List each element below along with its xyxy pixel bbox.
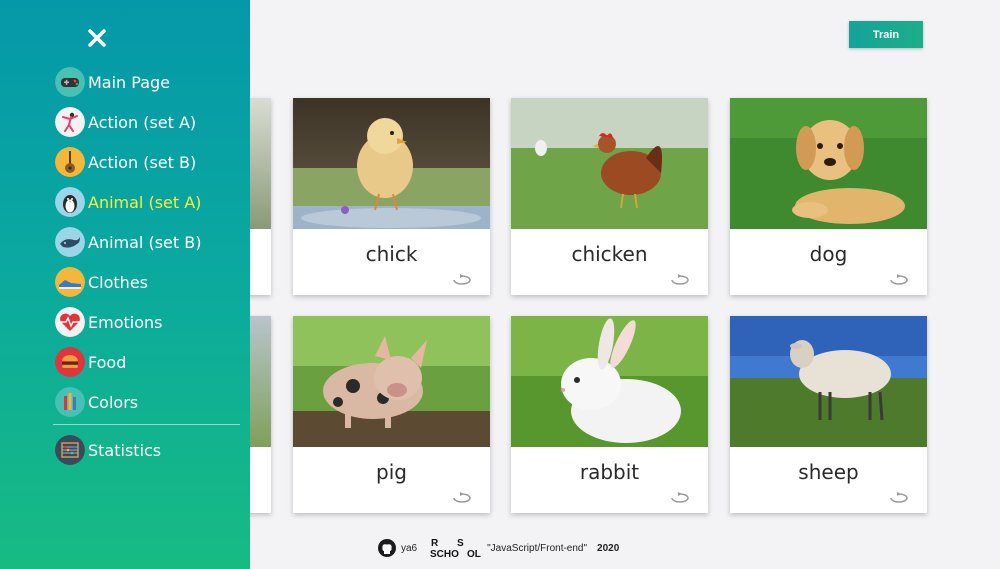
card-word: dog [809, 242, 848, 266]
chicken-photo [511, 98, 708, 229]
pig-photo [293, 316, 490, 447]
svg-text:R: R [431, 538, 439, 549]
rotate-icon[interactable] [889, 274, 909, 286]
card-chicken[interactable]: chicken [511, 98, 708, 295]
sidebar-item-clothes[interactable]: Clothes [55, 262, 245, 302]
footer: ya6 R S SCHO OL "JavaScript/Front-end" 2… [378, 537, 619, 559]
sidebar: Main Page Action (set A) Action (set B) … [0, 0, 250, 569]
pencils-icon [55, 387, 85, 417]
sidebar-divider [53, 424, 240, 425]
sidebar-item-label: Clothes [88, 272, 148, 292]
card-sheep[interactable]: sheep [730, 316, 927, 513]
sidebar-item-label: Main Page [88, 72, 171, 92]
guitar-icon [55, 147, 85, 177]
svg-text:OL: OL [467, 549, 481, 559]
sidebar-item-colors[interactable]: Colors [55, 382, 245, 422]
sidebar-item-label: Action (set B) [88, 152, 197, 172]
rotate-icon[interactable] [889, 492, 909, 504]
sidebar-item-label: Food [88, 352, 127, 372]
close-icon[interactable] [86, 27, 108, 49]
chick-photo [293, 98, 490, 229]
sidebar-item-label: Animal (set B) [88, 232, 202, 252]
github-icon[interactable] [378, 539, 396, 557]
svg-text:S: S [457, 538, 464, 549]
sidebar-item-animal-b[interactable]: Animal (set B) [55, 222, 245, 262]
train-button[interactable]: Train [849, 21, 923, 48]
sidebar-item-food[interactable]: Food [55, 342, 245, 382]
sidebar-item-statistics[interactable]: Statistics [55, 430, 161, 470]
card-pig[interactable]: pig [293, 316, 490, 513]
gamepad-icon [55, 67, 85, 97]
whale-icon [55, 227, 85, 257]
abacus-icon [55, 435, 85, 465]
sidebar-item-action-b[interactable]: Action (set B) [55, 142, 245, 182]
footer-year: 2020 [597, 542, 620, 554]
sidebar-item-main-page[interactable]: Main Page [55, 62, 245, 102]
card-word: pig [376, 460, 407, 484]
card-word: chick [365, 242, 418, 266]
card-dog[interactable]: dog [730, 98, 927, 295]
sidebar-item-label: Animal (set A) [88, 192, 202, 212]
card-word: rabbit [579, 460, 640, 484]
svg-text:SCHO: SCHO [430, 549, 459, 559]
sidebar-item-label: Colors [88, 392, 139, 412]
dog-photo [730, 98, 927, 229]
card-word: chicken [571, 242, 648, 266]
rabbit-photo [511, 316, 708, 447]
rotate-icon[interactable] [452, 492, 472, 504]
penguin-icon [55, 187, 85, 217]
sidebar-item-label: Action (set A) [88, 112, 197, 132]
sidebar-item-action-a[interactable]: Action (set A) [55, 102, 245, 142]
shoe-icon [55, 267, 85, 297]
github-user[interactable]: ya6 [401, 543, 417, 554]
heart-monitor-icon [55, 307, 85, 337]
sidebar-menu: Main Page Action (set A) Action (set B) … [55, 62, 245, 422]
sidebar-item-label: Statistics [88, 440, 162, 460]
course-name: "JavaScript/Front-end" [487, 542, 588, 554]
sidebar-item-label: Emotions [88, 312, 163, 332]
rotate-icon[interactable] [670, 492, 690, 504]
sidebar-item-animal-a[interactable]: Animal (set A) [55, 182, 245, 222]
rotate-icon[interactable] [670, 274, 690, 286]
card-chick[interactable]: chick [293, 98, 490, 295]
rotate-icon[interactable] [452, 274, 472, 286]
burger-icon [55, 347, 85, 377]
rs-school-logo[interactable]: R S SCHO OL [429, 537, 483, 559]
card-rabbit[interactable]: rabbit [511, 316, 708, 513]
dancer-icon [55, 107, 85, 137]
sidebar-item-emotions[interactable]: Emotions [55, 302, 245, 342]
card-word: sheep [798, 460, 859, 484]
sheep-photo [730, 316, 927, 447]
